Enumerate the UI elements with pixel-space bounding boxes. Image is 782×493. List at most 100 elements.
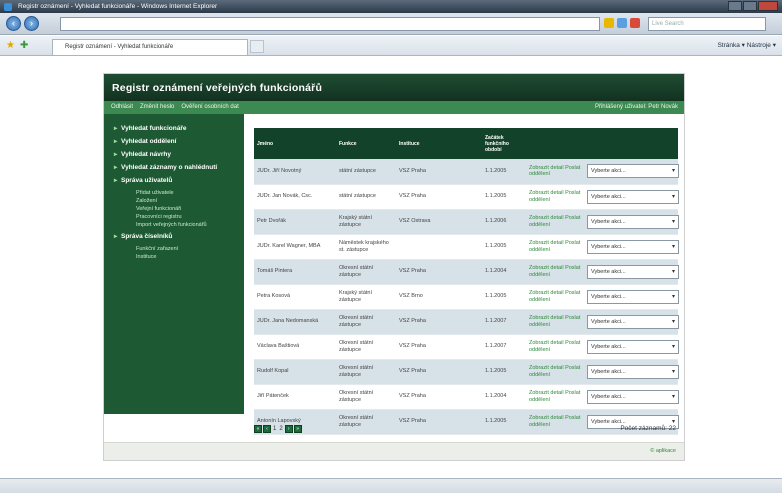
sidebar-item[interactable]: ▸ Správa číselníků [104, 232, 244, 242]
bullet-icon: ▸ [114, 177, 118, 184]
sidebar-item-label: Vyhledat oddělení [121, 138, 177, 145]
sidebar-subitem[interactable]: Import veřejných funkcionářů [104, 221, 244, 229]
url-field[interactable] [60, 17, 600, 31]
cell-function: Okresní státní zástupce [336, 359, 396, 385]
footer-link[interactable]: © aplikace [650, 448, 676, 454]
forward-button[interactable]: › [24, 16, 39, 31]
sidebar-subitem[interactable]: Přidat uživatele [104, 189, 244, 197]
cell-institution: VSZ Praha [396, 384, 482, 410]
cell-institution: VSZ Praha [396, 409, 482, 435]
results-table: Jméno Funkce Instituce Začátek funkčního… [254, 128, 679, 435]
action-select[interactable]: Vyberte akci... ▾ [587, 264, 679, 279]
sidebar-item[interactable]: ▸ Správa uživatelů [104, 176, 244, 186]
cell-links: Zobrazit detail Poslat oddělení [526, 234, 584, 260]
action-select[interactable]: Vyberte akci... ▾ [587, 239, 679, 254]
action-select[interactable]: Vyberte akci... ▾ [587, 339, 679, 354]
add-favorites-icon[interactable]: ✚ [20, 40, 28, 51]
sidebar-item-label: Správa uživatelů [121, 177, 173, 184]
table-row: Petra Kosová Krajský státní zástupce VSZ B… [254, 284, 679, 310]
action-select-value: Vyberte akci... [591, 418, 626, 425]
pager-next-button[interactable]: › [284, 425, 293, 433]
close-button[interactable] [758, 1, 778, 11]
show-detail-link[interactable]: Zobrazit detail [529, 315, 564, 321]
cell-action: Vyberte akci... ▾ [584, 334, 679, 360]
sidebar-subitem[interactable]: Instituce [104, 253, 244, 261]
pager-last-button[interactable]: » [293, 425, 302, 433]
refresh-icon[interactable] [617, 18, 627, 28]
sidebar-item[interactable]: ▸ Vyhledat oddělení [104, 137, 244, 147]
status-bar [0, 478, 782, 493]
cell-action: Vyberte akci... ▾ [584, 234, 679, 260]
show-detail-link[interactable]: Zobrazit detail [529, 190, 564, 196]
sidebar-subitem[interactable]: Veřejní funkcionáři [104, 205, 244, 213]
lock-icon[interactable] [604, 18, 614, 28]
cell-institution: VSZ Brno [396, 284, 482, 310]
pager-first-button[interactable]: « [254, 425, 262, 433]
sidebar-item[interactable]: ▸ Vyhledat funkcionáře [104, 124, 244, 134]
action-select[interactable]: Vyberte akci... ▾ [587, 364, 679, 379]
action-select[interactable]: Vyberte akci... ▾ [587, 214, 679, 229]
show-detail-link[interactable]: Zobrazit detail [529, 415, 564, 421]
chevron-down-icon: ▾ [671, 368, 675, 375]
sidebar-subitem[interactable]: Funkční zařazení [104, 245, 244, 253]
action-select[interactable]: Vyberte akci... ▾ [587, 314, 679, 329]
col-header-start[interactable]: Začátek funkčního období [482, 128, 526, 159]
cell-function: Náměstek krajského st. zástupce [336, 234, 396, 260]
results-body: JUDr. Jiří Novotný státní zástupce VSZ Pra… [254, 159, 679, 435]
show-detail-link[interactable]: Zobrazit detail [529, 340, 564, 346]
cell-institution: VSZ Ostrava [396, 209, 482, 235]
chevron-down-icon: ▾ [671, 343, 675, 350]
action-select[interactable]: Vyberte akci... ▾ [587, 189, 679, 204]
col-header-institution[interactable]: Instituce [396, 128, 482, 159]
show-detail-link[interactable]: Zobrazit detail [529, 365, 564, 371]
browser-tab[interactable]: Registr oznámení - Vyhledat funkcionáře [52, 39, 248, 55]
sidebar-subitem[interactable]: Pracovníci registru [104, 213, 244, 221]
col-header-function[interactable]: Funkce [336, 128, 396, 159]
menu-change-password[interactable]: Změnit heslo [140, 101, 174, 114]
action-select[interactable]: Vyberte akci... ▾ [587, 289, 679, 304]
bullet-icon: ▸ [114, 138, 118, 145]
show-detail-link[interactable]: Zobrazit detail [529, 265, 564, 271]
pager-page-1[interactable]: 1 [272, 426, 277, 432]
table-row: Tomáš Pintera Okresní státní zástupce VSZ … [254, 259, 679, 285]
cell-institution: VSZ Praha [396, 159, 482, 185]
col-header-action [584, 128, 678, 159]
cell-institution: VSZ Praha [396, 359, 482, 385]
chevron-down-icon: ▾ [671, 268, 675, 275]
cell-name: JUDr. Karel Wagner, MBA [254, 234, 336, 260]
results-area: Jméno Funkce Instituce Začátek funkčního… [254, 128, 680, 435]
search-input[interactable]: Live Search [648, 17, 766, 31]
show-detail-link[interactable]: Zobrazit detail [529, 390, 564, 396]
cell-function: státní zástupce [336, 159, 396, 185]
menu-logout[interactable]: Odhlásit [111, 101, 133, 114]
command-bar[interactable]: Stránka ▾ Nástroje ▾ [717, 41, 776, 49]
cell-name: JUDr. Jana Nedomanská [254, 309, 336, 335]
cell-function: Okresní státní zástupce [336, 259, 396, 285]
show-detail-link[interactable]: Zobrazit detail [529, 165, 564, 171]
cell-name: Rudolf Kopal [254, 359, 336, 385]
sidebar-subitem[interactable]: Založení [104, 197, 244, 205]
action-select[interactable]: Vyberte akci... ▾ [587, 389, 679, 404]
col-header-name[interactable]: Jméno [254, 128, 336, 159]
action-select[interactable]: Vyberte akci... ▾ [587, 164, 679, 179]
show-detail-link[interactable]: Zobrazit detail [529, 240, 564, 246]
sidebar-item[interactable]: ▸ Vyhledat záznamy o nahlédnutí [104, 163, 244, 173]
sidebar-item[interactable]: ▸ Vyhledat návrhy [104, 150, 244, 160]
pager-page-2[interactable]: 2 [278, 426, 283, 432]
menu-verify-data[interactable]: Ověření osobních dat [181, 101, 238, 114]
stop-icon[interactable] [630, 18, 640, 28]
show-detail-link[interactable]: Zobrazit detail [529, 290, 564, 296]
new-tab-button[interactable] [250, 40, 264, 53]
pager-prev-button[interactable]: ‹ [263, 425, 271, 433]
cell-start: 1.1.2007 [482, 309, 526, 335]
table-row: JUDr. Jan Novák, Csc. státní zástupce VSZ … [254, 184, 679, 210]
bullet-icon: ▸ [114, 125, 118, 132]
back-button[interactable]: ‹ [6, 16, 21, 31]
show-detail-link[interactable]: Zobrazit detail [529, 215, 564, 221]
favorites-star-icon[interactable]: ★ [6, 40, 15, 51]
maximize-button[interactable] [743, 1, 757, 11]
cell-action: Vyberte akci... ▾ [584, 209, 679, 235]
cell-name: JUDr. Jiří Novotný [254, 159, 336, 185]
cell-start: 1.1.2004 [482, 384, 526, 410]
minimize-button[interactable] [728, 1, 742, 11]
